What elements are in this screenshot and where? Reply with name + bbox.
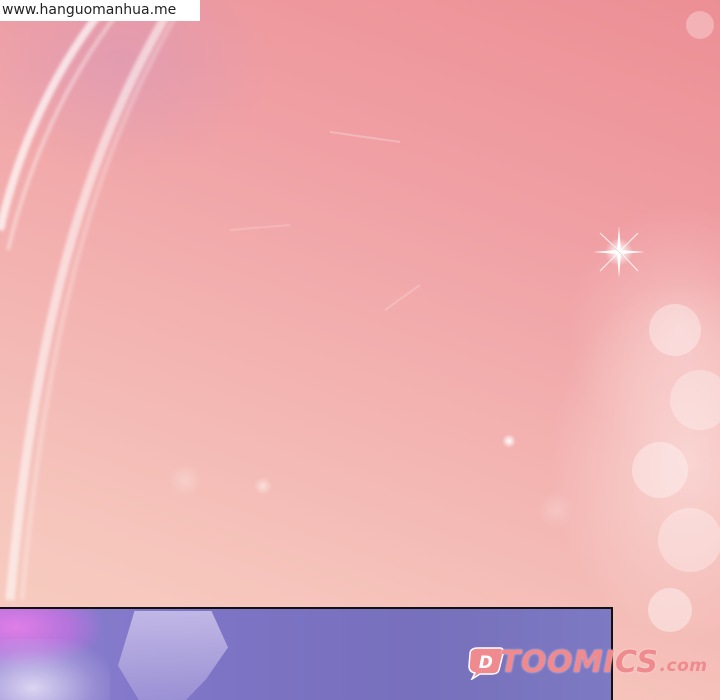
glow-dot xyxy=(169,464,201,496)
logo-name: TOOMICS xyxy=(500,645,659,680)
sparkle-icon xyxy=(593,226,645,278)
panel-crystal xyxy=(118,611,228,700)
panel-clouds xyxy=(0,639,110,700)
bokeh-blob xyxy=(648,588,692,632)
bokeh-blob xyxy=(670,370,720,430)
light-streak xyxy=(229,224,291,231)
logo-tld: .com xyxy=(659,656,708,676)
glow-dot xyxy=(254,477,272,495)
sparkles-layer xyxy=(169,11,720,632)
glow-dot xyxy=(502,434,516,448)
light-streak xyxy=(384,284,421,311)
glow-dot xyxy=(538,492,574,528)
bokeh-blob xyxy=(649,304,701,356)
comic-page: D TOOMICS .com www.hanguomanhua.me xyxy=(0,0,720,700)
svg-text:D: D xyxy=(479,653,494,673)
bokeh-blob xyxy=(658,508,720,572)
bokeh-blob xyxy=(686,11,714,39)
bokeh-blob xyxy=(632,442,688,498)
light-streak xyxy=(329,131,401,143)
site-watermark: www.hanguomanhua.me xyxy=(0,0,200,21)
toomics-logo: D TOOMICS .com xyxy=(466,646,707,680)
